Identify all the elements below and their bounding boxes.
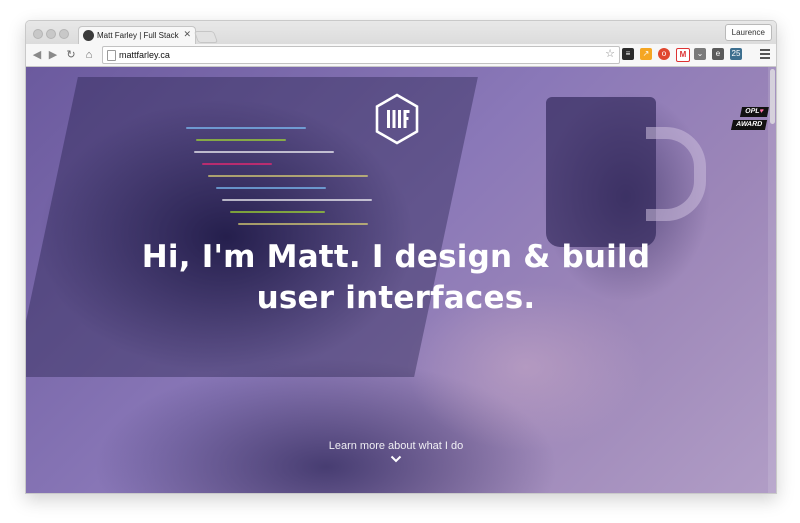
site-favicon-icon — [83, 30, 94, 41]
back-arrow-icon[interactable]: ◀ — [30, 48, 44, 62]
opera-extension-icon[interactable]: o — [658, 48, 670, 60]
close-window-button[interactable] — [33, 29, 43, 39]
scrollbar-thumb[interactable] — [770, 69, 775, 124]
buffer-extension-icon[interactable]: ≡ — [622, 48, 634, 60]
code-line — [222, 199, 372, 201]
browser-toolbar: ◀ ▶ ↻ ⌂ mattfarley.ca ☆ ≡ ↗ o M ⌄ e 25 — [26, 44, 776, 67]
tab-title: Matt Farley | Full Stack Desi — [97, 31, 181, 40]
code-line — [208, 175, 368, 177]
url-text: mattfarley.ca — [119, 50, 170, 60]
reload-icon[interactable]: ↻ — [64, 48, 78, 62]
tab-strip: Matt Farley | Full Stack Desi ✕ Laurence — [26, 21, 776, 45]
learn-more-link[interactable]: Learn more about what I do — [26, 439, 766, 453]
page-viewport: OPL♥ AWARD Hi, I'm Matt. I design & buil… — [26, 67, 776, 493]
mug-background — [546, 97, 656, 247]
opl-award-badge[interactable]: OPL♥ AWARD — [728, 107, 770, 133]
code-line — [238, 223, 368, 225]
mug-handle-background — [646, 127, 706, 221]
address-bar[interactable]: mattfarley.ca ☆ — [102, 46, 620, 64]
calendar-extension-icon[interactable]: 25 — [730, 48, 742, 60]
minimize-window-button[interactable] — [46, 29, 56, 39]
page-icon — [107, 50, 116, 61]
close-tab-icon[interactable]: ✕ — [183, 29, 191, 40]
code-line — [196, 139, 286, 141]
code-line — [216, 187, 326, 189]
heart-icon: ♥ — [759, 108, 765, 115]
tab-active[interactable]: Matt Farley | Full Stack Desi ✕ — [78, 26, 196, 45]
code-line — [230, 211, 325, 213]
bookmark-star-icon[interactable]: ☆ — [605, 48, 615, 61]
pocket-extension-icon[interactable]: ⌄ — [694, 48, 706, 60]
hero-headline: Hi, I'm Matt. I design & build user inte… — [26, 237, 766, 319]
calendar-badge: 25 — [731, 49, 741, 58]
headline-line-2: user interfaces. — [256, 280, 536, 316]
page-scrollbar[interactable] — [768, 67, 776, 493]
headline-line-1: Hi, I'm Matt. I design & build — [141, 239, 651, 275]
award-line-1: OPL♥ — [740, 107, 770, 117]
menu-icon[interactable] — [760, 49, 770, 61]
profile-button[interactable]: Laurence — [724, 24, 772, 41]
code-line — [186, 127, 306, 129]
site-logo-icon[interactable] — [374, 93, 420, 145]
browser-window: Matt Farley | Full Stack Desi ✕ Laurence… — [25, 20, 777, 494]
maximize-window-button[interactable] — [59, 29, 69, 39]
gmail-extension-icon[interactable]: M — [676, 48, 690, 62]
home-icon[interactable]: ⌂ — [82, 48, 96, 62]
new-tab-button[interactable] — [193, 31, 219, 43]
code-line — [202, 163, 272, 165]
analytics-extension-icon[interactable]: ↗ — [640, 48, 652, 60]
award-line-2: AWARD — [730, 120, 768, 130]
code-line — [194, 151, 334, 153]
forward-arrow-icon[interactable]: ▶ — [46, 48, 60, 62]
chevron-down-icon[interactable] — [390, 455, 402, 463]
evernote-extension-icon[interactable]: e — [712, 48, 724, 60]
